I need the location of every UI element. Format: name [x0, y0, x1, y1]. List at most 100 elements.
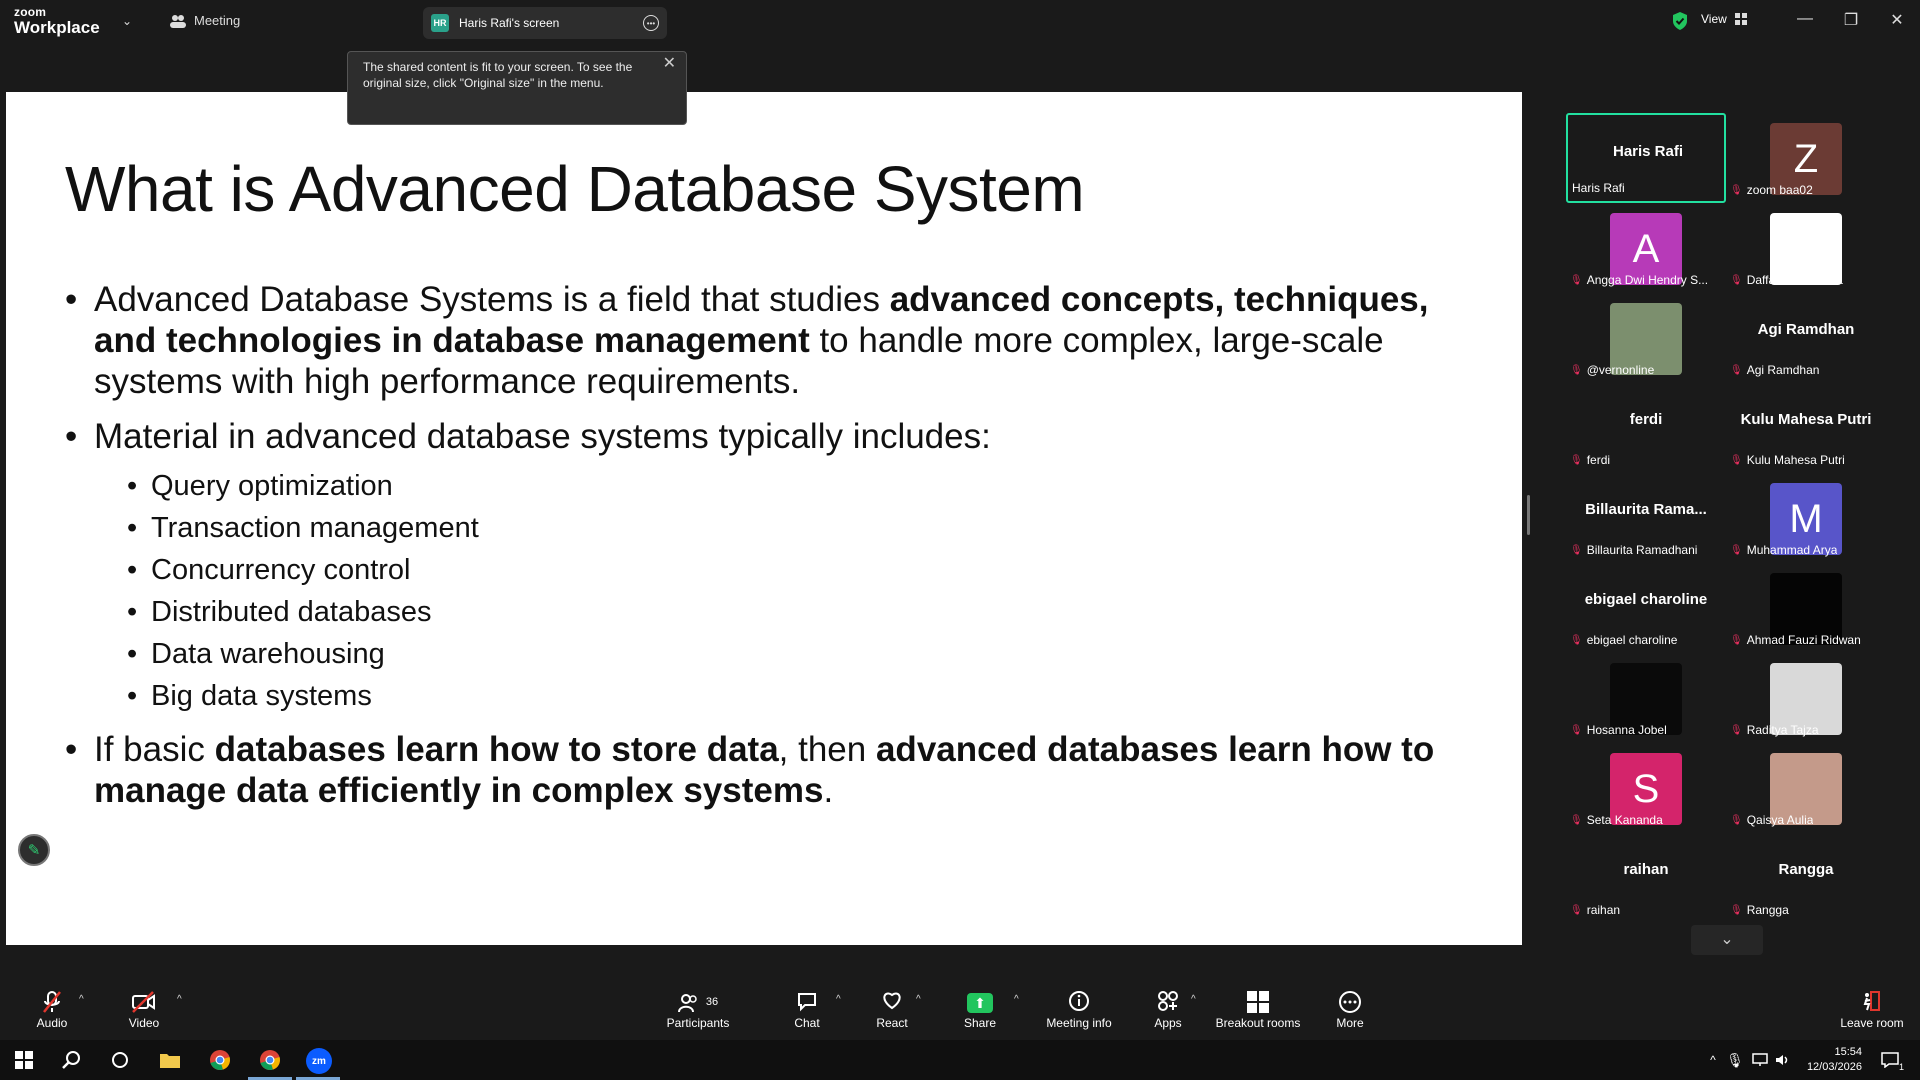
system-clock[interactable]: 15:54 12/03/2026 [1807, 1045, 1862, 1075]
react-button[interactable]: React [876, 990, 908, 1030]
shield-check-icon[interactable] [1671, 11, 1689, 31]
audio-button[interactable]: Audio [34, 990, 70, 1030]
participant-tile[interactable]: Z 🎙 zoom baa02 [1726, 113, 1886, 203]
annotate-pen-icon[interactable]: ✎ [18, 834, 50, 866]
search-icon[interactable] [60, 1048, 84, 1072]
apps-button[interactable]: Apps [1154, 990, 1182, 1030]
zoom-logo[interactable]: zoom Workplace [14, 6, 100, 36]
audio-options-caret-icon[interactable]: ^ [79, 994, 84, 1005]
participant-tile[interactable]: 🎙 Raditya Tajza [1726, 653, 1886, 743]
slide-title: What is Advanced Database System [65, 153, 1085, 225]
participant-tile[interactable]: ferdi 🎙 ferdi [1566, 383, 1726, 473]
chrome-profile-icon[interactable] [258, 1048, 282, 1072]
network-icon[interactable] [1748, 1048, 1772, 1072]
participant-tile[interactable]: S 🎙 Seta Kananda [1566, 743, 1726, 833]
chat-icon [792, 990, 822, 1014]
participant-name-label: 🎙 @vernonline [1570, 363, 1654, 377]
shared-screen-tab[interactable]: HR Haris Rafi's screen ••• [423, 7, 667, 39]
participant-tile[interactable]: 🎙 @vernonline [1566, 293, 1726, 383]
mic-muted-icon: 🎙 [1730, 724, 1743, 736]
participant-name: zoom baa02 [1746, 183, 1813, 197]
participant-name-label: 🎙 raihan [1570, 903, 1620, 917]
participant-name: Rangga [1746, 903, 1789, 917]
participant-tile[interactable]: Rangga 🎙 Rangga [1726, 833, 1886, 923]
panel-resize-handle[interactable] [1527, 495, 1530, 535]
participant-tile[interactable]: 🎙 Ahmad Fauzi Ridwan [1726, 563, 1886, 653]
close-icon[interactable]: ✕ [1887, 10, 1907, 30]
participant-display-name: Billaurita Rama... [1585, 501, 1707, 518]
more-button[interactable]: More [1334, 990, 1366, 1030]
participant-tile[interactable]: Billaurita Rama... 🎙 Billaurita Ramadhani [1566, 473, 1726, 563]
participant-name-label: 🎙 Angga Dwi Hendry S... [1570, 273, 1708, 287]
fit-to-screen-tooltip: The shared content is fit to your screen… [347, 51, 687, 125]
tooltip-text: The shared content is fit to your screen… [363, 60, 633, 90]
participant-tile[interactable]: 🎙 Qaisya Aulia [1726, 743, 1886, 833]
notification-icon[interactable]: 1 [1878, 1048, 1904, 1072]
grid-view-icon [1734, 13, 1747, 25]
participant-tile[interactable]: ebigael charoline 🎙 ebigael charoline [1566, 563, 1726, 653]
meeting-tab-label: Meeting [194, 13, 241, 28]
chevron-down-icon[interactable]: ⌄ [122, 14, 132, 28]
participant-name-label: 🎙 Billaurita Ramadhani [1570, 543, 1697, 557]
chat-options-caret-icon[interactable]: ^ [836, 994, 841, 1005]
participant-name-label: 🎙 ebigael charoline [1570, 633, 1677, 647]
more-options-icon[interactable]: ••• [643, 15, 659, 31]
participant-name: Daffa Gusti Yanza [1746, 273, 1843, 287]
restore-icon[interactable]: ❐ [1841, 10, 1861, 30]
participant-tile[interactable]: Kulu Mahesa Putri 🎙 Kulu Mahesa Putri [1726, 383, 1886, 473]
participant-tile[interactable]: Haris Rafi Haris Rafi [1566, 113, 1726, 203]
participants-icon: 36 [662, 990, 734, 1014]
participant-name-label: 🎙 Muhammad Arya [1730, 543, 1837, 557]
apps-options-caret-icon[interactable]: ^ [1191, 994, 1196, 1005]
participant-tile[interactable]: A 🎙 Angga Dwi Hendry S... [1566, 203, 1726, 293]
task-view-icon[interactable] [108, 1048, 132, 1072]
react-options-caret-icon[interactable]: ^ [916, 994, 921, 1005]
tray-chevron-up-icon[interactable]: ^ [1701, 1048, 1725, 1072]
video-button[interactable]: Video [126, 990, 162, 1030]
windows-taskbar: zm ^ 🎙 15:54 12/03/2026 1 [0, 1040, 1920, 1080]
participant-tile[interactable]: 🎙 Daffa Gusti Yanza [1726, 203, 1886, 293]
zoom-app-icon[interactable]: zm [306, 1048, 332, 1074]
participant-tile[interactable]: Agi Ramdhan 🎙 Agi Ramdhan [1726, 293, 1886, 383]
participant-name-label: 🎙 Agi Ramdhan [1730, 363, 1819, 377]
volume-icon[interactable] [1771, 1048, 1795, 1072]
share-button[interactable]: ⬆ Share [963, 990, 997, 1030]
participant-name-label: 🎙 Daffa Gusti Yanza [1730, 273, 1843, 287]
share-options-caret-icon[interactable]: ^ [1014, 994, 1019, 1005]
chat-button[interactable]: Chat [792, 990, 822, 1030]
mic-muted-icon: 🎙 [1730, 454, 1743, 466]
tray-mic-icon[interactable]: 🎙 [1723, 1048, 1747, 1072]
meeting-tab[interactable]: Meeting [170, 13, 240, 28]
windows-start-icon[interactable] [12, 1048, 36, 1072]
participant-name: ebigael charoline [1586, 633, 1678, 647]
b3-pre: If basic [94, 730, 215, 769]
participants-label: Participants [666, 1016, 730, 1030]
file-explorer-icon[interactable] [158, 1048, 182, 1072]
apps-icon [1154, 990, 1182, 1014]
participant-tile[interactable]: M 🎙 Muhammad Arya [1726, 473, 1886, 563]
close-tooltip-icon[interactable]: ✕ [663, 56, 676, 72]
list-item: Data warehousing [65, 633, 1485, 675]
view-label: View [1701, 12, 1727, 26]
breakout-rooms-button[interactable]: Breakout rooms [1215, 990, 1301, 1030]
leave-room-button[interactable]: Leave room [1838, 990, 1906, 1030]
meeting-info-button[interactable]: Meeting info [1044, 990, 1114, 1030]
mic-muted-icon: 🎙 [1570, 454, 1583, 466]
list-item: Concurrency control [65, 549, 1485, 591]
participant-name: ferdi [1586, 453, 1611, 467]
meeting-info-label: Meeting info [1046, 1016, 1112, 1030]
view-button[interactable]: View [1701, 12, 1747, 26]
logo-small: zoom [14, 5, 47, 19]
mic-off-icon [34, 990, 70, 1014]
participant-name: @vernonline [1586, 363, 1655, 377]
minimize-icon[interactable]: — [1795, 10, 1815, 28]
video-options-caret-icon[interactable]: ^ [177, 994, 182, 1005]
participant-name-label: 🎙 Seta Kananda [1570, 813, 1663, 827]
participants-button[interactable]: 36 Participants [662, 990, 734, 1030]
more-label: More [1336, 1016, 1364, 1030]
gallery-scroll-down-icon[interactable]: ⌄ [1691, 925, 1763, 955]
mic-muted-icon: 🎙 [1730, 364, 1743, 376]
chrome-icon[interactable] [208, 1048, 232, 1072]
participant-tile[interactable]: raihan 🎙 raihan [1566, 833, 1726, 923]
participant-tile[interactable]: 🎙 Hosanna Jobel [1566, 653, 1726, 743]
